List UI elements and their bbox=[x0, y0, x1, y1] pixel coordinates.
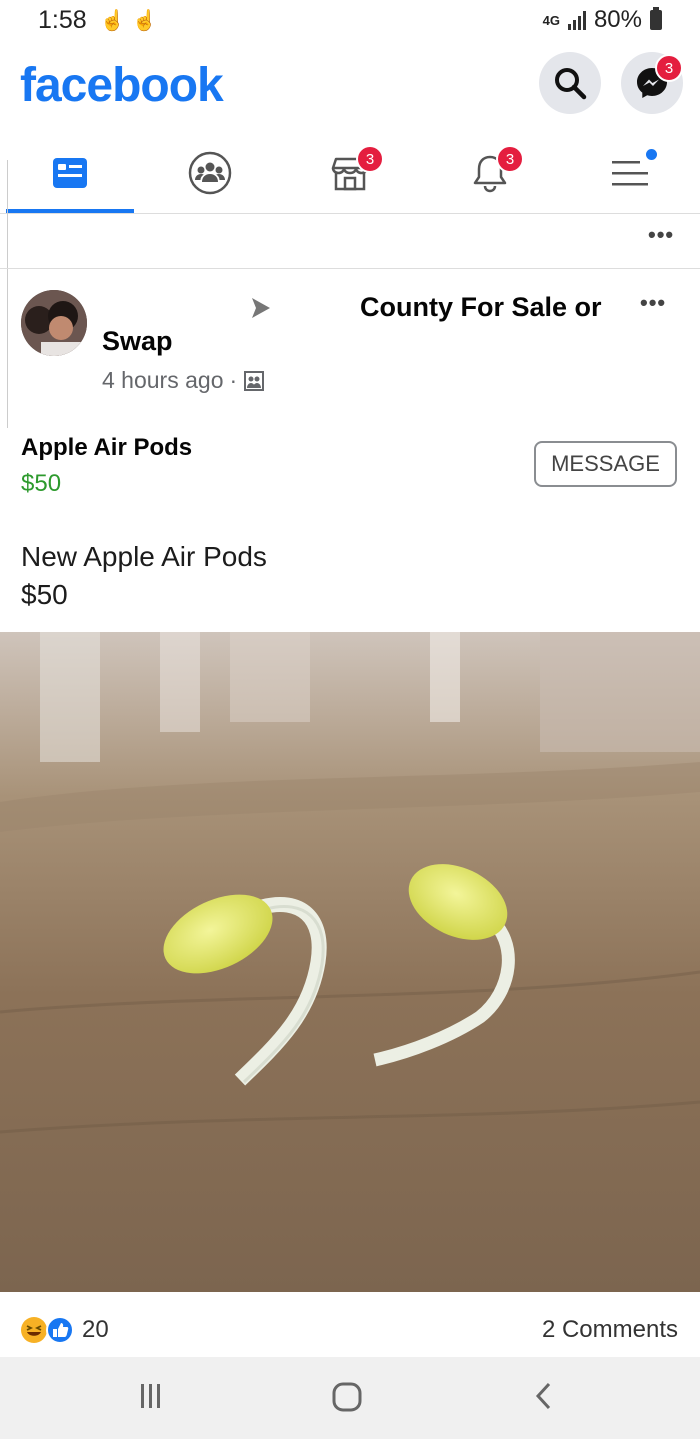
status-bar: 1:58 ☝ ☝ 4G 80% bbox=[0, 0, 700, 44]
item-price: $50 bbox=[21, 470, 62, 497]
feed-row: ••• bbox=[0, 214, 700, 269]
notifications-badge: 3 bbox=[496, 145, 524, 173]
touch-indicator-icon: ☝ bbox=[100, 10, 125, 32]
marketplace-badge: 3 bbox=[356, 145, 384, 173]
post-time[interactable]: 4 hours ago bbox=[102, 367, 223, 394]
post-description: New Apple Air Pods $50 bbox=[21, 538, 267, 614]
back-icon[interactable] bbox=[530, 1381, 560, 1411]
tab-menu[interactable] bbox=[560, 135, 700, 211]
tab-news-feed[interactable] bbox=[0, 135, 140, 213]
search-icon bbox=[555, 68, 587, 100]
signal-icon bbox=[567, 10, 586, 30]
avatar-image bbox=[21, 290, 87, 356]
post-photo[interactable] bbox=[0, 632, 700, 1292]
description-line: $50 bbox=[21, 579, 68, 610]
status-right: 4G 80% bbox=[543, 6, 662, 34]
news-feed-icon bbox=[53, 158, 87, 188]
menu-icon bbox=[612, 161, 648, 186]
group-privacy-icon bbox=[244, 370, 265, 391]
comments-count[interactable]: 2 Comments bbox=[542, 1316, 678, 1344]
tab-groups[interactable] bbox=[140, 135, 280, 211]
menu-notification-dot bbox=[646, 149, 657, 160]
tab-bar: 3 3 bbox=[0, 135, 700, 214]
home-icon[interactable] bbox=[331, 1381, 363, 1413]
post-more-options-icon[interactable]: ••• bbox=[640, 290, 666, 316]
separator-dot: · bbox=[229, 367, 238, 393]
post-header: County For Sale or Swap ••• 4 hours ago … bbox=[0, 280, 700, 410]
post-meta: 4 hours ago · bbox=[102, 367, 265, 394]
avatar[interactable] bbox=[21, 290, 87, 356]
item-title: Apple Air Pods bbox=[21, 434, 193, 461]
groups-icon bbox=[188, 151, 232, 195]
recent-apps-icon[interactable] bbox=[136, 1381, 166, 1411]
more-options-icon[interactable]: ••• bbox=[648, 222, 674, 248]
reaction-count[interactable]: 20 bbox=[82, 1316, 109, 1344]
battery-icon bbox=[650, 7, 662, 30]
description-line: New Apple Air Pods bbox=[21, 541, 267, 572]
touch-indicator-icon: ☝ bbox=[132, 10, 157, 32]
group-name-continued[interactable]: Swap bbox=[102, 326, 173, 357]
message-button[interactable]: MESSAGE bbox=[534, 441, 677, 487]
messenger-badge: 3 bbox=[655, 54, 683, 82]
messenger-button[interactable]: 3 bbox=[621, 52, 683, 114]
reactions-bar: 20 2 Comments bbox=[0, 1294, 700, 1358]
search-button[interactable] bbox=[539, 52, 601, 114]
network-type: 4G bbox=[542, 12, 560, 28]
sprouts-photo bbox=[0, 632, 700, 1292]
app-header: facebook 3 bbox=[0, 52, 700, 122]
battery-percent: 80% bbox=[593, 6, 642, 33]
tab-notifications[interactable]: 3 bbox=[420, 135, 560, 211]
group-name[interactable]: County For Sale or bbox=[360, 292, 602, 323]
system-nav-bar bbox=[0, 1357, 700, 1439]
arrow-right-icon bbox=[252, 298, 270, 318]
facebook-logo[interactable]: facebook bbox=[20, 58, 224, 113]
reaction-icons[interactable] bbox=[20, 1316, 76, 1344]
status-time: 1:58 bbox=[38, 6, 87, 34]
tab-marketplace[interactable]: 3 bbox=[280, 135, 420, 211]
